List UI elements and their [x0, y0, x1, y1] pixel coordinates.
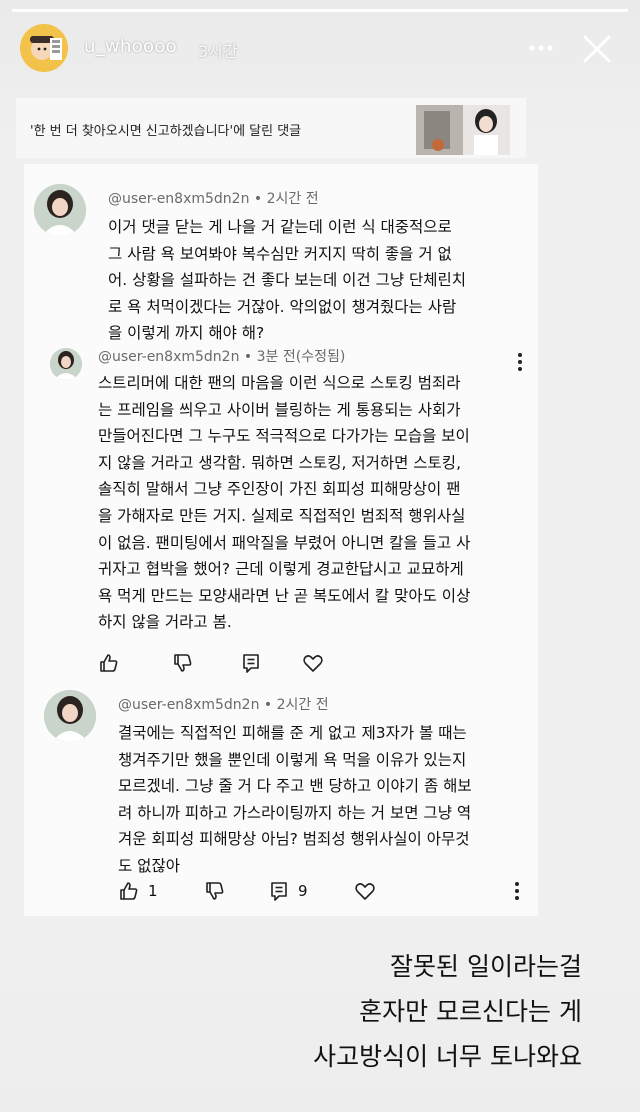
comment-line: 결국에는 직접적인 피해를 준 게 없고 제3자가 볼 때는	[118, 724, 467, 742]
comment-line: 만들어진다면 그 누구도 적극적으로 다가가는 모습을 보이	[98, 427, 470, 446]
kebab-menu-icon[interactable]	[514, 881, 520, 901]
avatar[interactable]	[44, 690, 96, 742]
avatar[interactable]	[50, 348, 82, 380]
comment-line: 어. 상황을 설파하는 건 좋다 보는데 이건 그냥 단체린치	[108, 271, 467, 290]
comment-line: 지 않을 거라고 생각함. 뭐하면 스토킹, 저거하면 스토킹,	[98, 453, 461, 472]
shared-post-title: '한 번 더 찾아오시면 신고하겠습니다'에 달린 댓글	[30, 124, 302, 139]
comment-actions	[98, 652, 328, 676]
shared-post-thumbnail	[416, 105, 510, 155]
story-progress-fill	[12, 9, 628, 12]
comment-author[interactable]: @user-en8xm5dn2n	[108, 191, 249, 207]
comment-line: 스트리머에 대한 팬의 마음을 이런 식으로 스토킹 범죄라	[98, 374, 461, 392]
thumbs-up-icon[interactable]	[118, 880, 140, 902]
comment-line: 을 가해자로 만든 거지. 실제로 직접적인 범죄적 행위사실	[98, 506, 466, 525]
comment-time: 2시간 전	[276, 697, 329, 713]
comment-line: 하지 않을 거라고 봄.	[98, 613, 232, 632]
comment-reply: @user-en8xm5dn2n • 3분 전(수정됨) 스트리머에 대한 팬의…	[24, 342, 538, 673]
comment-time: 2시간 전	[266, 191, 319, 207]
comment-author[interactable]: @user-en8xm5dn2n	[98, 349, 239, 365]
avatar[interactable]	[20, 24, 68, 72]
story-time: 3시간	[198, 42, 238, 61]
comment-author[interactable]: @user-en8xm5dn2n	[118, 697, 259, 713]
story-caption: 잘못된 일이라는걸 혼자만 모르신다는 게 사고방식이 너무 토나와요	[313, 944, 582, 1079]
comment: @user-en8xm5dn2n • 2시간 전 결국에는 직접적인 피해를 준…	[24, 674, 538, 914]
comment-line: 도 없잖아	[118, 856, 180, 875]
comment-line: 로 욕 처먹이겠다는 거잖아. 악의없이 챙겨줬다는 사람	[108, 297, 457, 316]
meta-separator: •	[263, 697, 277, 713]
caption-line: 사고방식이 너무 토나와요	[313, 1042, 582, 1071]
comment-meta: @user-en8xm5dn2n • 3분 전(수정됨)	[98, 346, 345, 366]
comment-line: 이 없음. 팬미팅에서 패악질을 부렸어 아니면 칼을 들고 사	[98, 533, 471, 552]
comment-line: 귀자고 협박을 했어? 근데 이렇게 경교한답시고 교묘하게	[98, 560, 464, 579]
reply-icon[interactable]	[268, 880, 290, 902]
meta-separator: •	[253, 191, 267, 207]
meta-separator: •	[243, 349, 257, 365]
thumbs-down-icon[interactable]	[204, 880, 226, 902]
comment-line: 이거 댓글 닫는 게 나을 거 같는데 이런 식 대중적으로	[108, 218, 452, 236]
story-viewer: u_whoooo 3시간 '한 번 더 찾아오시면 신고하겠습니다'에 달린 댓…	[0, 0, 640, 1112]
story-username[interactable]: u_whoooo	[84, 36, 177, 57]
comment-line: 그 사람 욕 보여봐야 복수심만 커지지 딱히 좋을 거 없	[108, 244, 452, 263]
comment-time: 3분 전(수정됨)	[256, 349, 346, 365]
reply-icon[interactable]	[240, 652, 262, 674]
comment-line: 챙겨주기만 했을 뿐인데 이렇게 욕 먹을 이유가 있는지	[118, 750, 467, 769]
comment-text: 스트리머에 대한 팬의 마음을 이런 식으로 스토킹 범죄라 는 프레임을 씌우…	[98, 370, 470, 636]
like-count: 1	[148, 882, 158, 900]
close-icon[interactable]	[580, 32, 614, 66]
comment-text: 결국에는 직접적인 피해를 준 게 없고 제3자가 볼 때는 챙겨주기만 했을 …	[118, 720, 472, 880]
comment-line: 겨운 회피성 피해망상 아님? 범죄성 행위사실이 아무것	[118, 830, 470, 849]
caption-line: 혼자만 모르신다는 게	[359, 997, 582, 1026]
comment: @user-en8xm5dn2n • 2시간 전 이거 댓글 닫는 게 나을 거…	[24, 164, 538, 344]
thumbs-down-icon[interactable]	[172, 652, 194, 674]
comment-actions: 1 9	[118, 880, 528, 904]
comment-card: @user-en8xm5dn2n • 2시간 전 이거 댓글 닫는 게 나을 거…	[24, 164, 538, 916]
story-progress-bar	[12, 9, 628, 12]
comment-text: 이거 댓글 닫는 게 나을 거 같는데 이런 식 대중적으로 그 사람 욕 보여…	[108, 214, 466, 347]
comment-line: 욕 먹게 만드는 모양새라면 난 곧 복도에서 칼 맞아도 이상	[98, 586, 471, 605]
comment-line: 는 프레임을 씌우고 사이버 블링하는 게 통용되는 사회가	[98, 400, 461, 419]
comment-line: 려 하니까 피하고 가스라이팅까지 하는 거 보면 그냥 역	[118, 803, 472, 822]
caption-line: 잘못된 일이라는걸	[390, 952, 582, 981]
thumbs-up-icon[interactable]	[98, 652, 120, 674]
heart-icon[interactable]	[302, 652, 324, 674]
comment-line: 모르겠네. 그냥 줄 거 다 주고 밴 당하고 이야기 좀 해보	[118, 777, 472, 796]
story-header: u_whoooo 3시간	[0, 22, 640, 76]
more-horizontal-icon[interactable]	[524, 34, 558, 62]
kebab-menu-icon[interactable]	[517, 352, 523, 372]
comment-line: 솔직히 말해서 그냥 주인장이 가진 회피성 피해망상이 팬	[98, 480, 461, 499]
comment-meta: @user-en8xm5dn2n • 2시간 전	[108, 188, 319, 208]
heart-icon[interactable]	[354, 880, 376, 902]
avatar[interactable]	[34, 184, 86, 236]
comment-meta: @user-en8xm5dn2n • 2시간 전	[118, 694, 329, 714]
reply-count: 9	[298, 882, 308, 900]
